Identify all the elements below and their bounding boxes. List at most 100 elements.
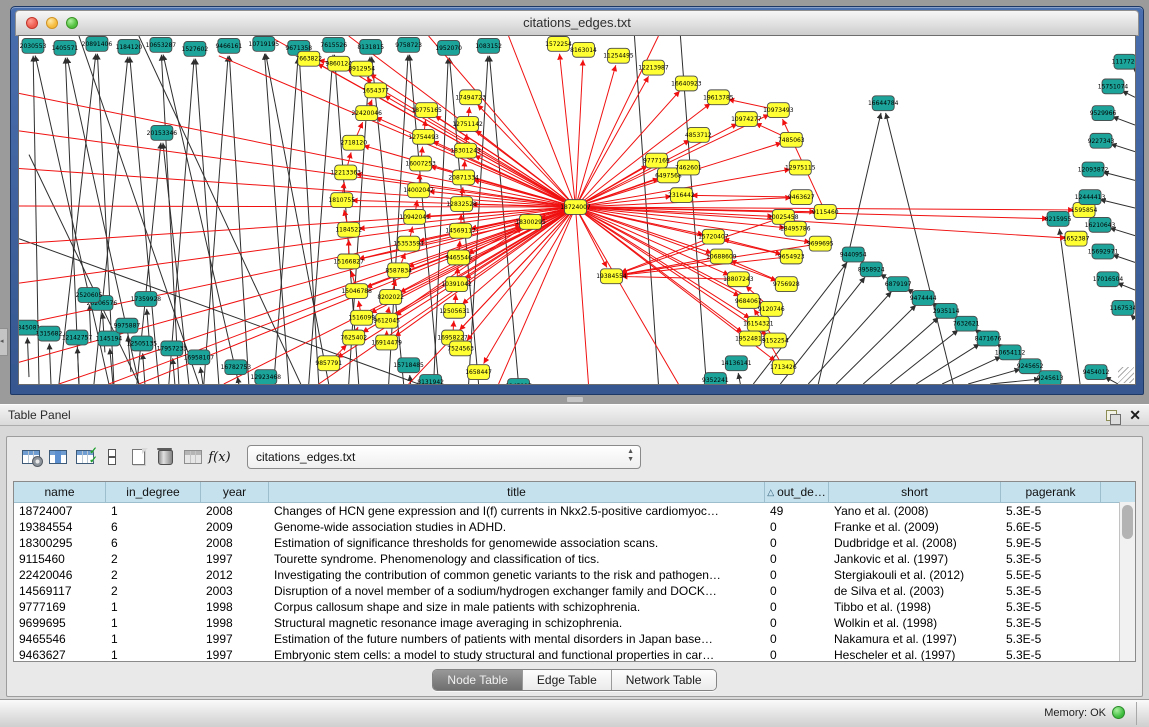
table-cell[interactable]: 5.6E-5 [1001, 519, 1101, 535]
table-cell[interactable]: 2 [106, 567, 201, 583]
column-header-year[interactable]: year [201, 482, 269, 502]
column-header-out_de[interactable]: △out_de… [765, 482, 829, 502]
table-cell[interactable]: 5.3E-5 [1001, 551, 1101, 567]
collapsed-panel-handle[interactable]: ◂ [0, 328, 8, 356]
table-cell[interactable]: 1 [106, 631, 201, 647]
table-row[interactable]: 1872400712008Changes of HCN gene express… [14, 503, 1135, 519]
table-cell[interactable]: Corpus callosum shape and size in male p… [269, 599, 765, 615]
table-cell[interactable]: 0 [765, 535, 829, 551]
table-cell[interactable]: Tibbo et al. (1998) [829, 599, 1001, 615]
table-cell[interactable]: 0 [765, 631, 829, 647]
new-table-button[interactable] [125, 445, 152, 470]
network-canvas[interactable]: 2030553140557120891406118412010653287152… [18, 35, 1136, 385]
table-cell[interactable]: 49 [765, 503, 829, 519]
table-cell[interactable]: 2 [106, 551, 201, 567]
table-cell[interactable]: Franke et al. (2009) [829, 519, 1001, 535]
column-header-pagerank[interactable]: pagerank [1001, 482, 1101, 502]
close-panel-icon[interactable]: ✕ [1129, 408, 1141, 422]
table-cell[interactable]: 6 [106, 535, 201, 551]
table-cell[interactable]: 0 [765, 583, 829, 599]
table-cell[interactable]: Changes of HCN gene expression and I(f) … [269, 503, 765, 519]
table-cell[interactable]: Wolkin et al. (1998) [829, 615, 1001, 631]
table-row[interactable]: 969969511998Structural magnetic resonanc… [14, 615, 1135, 631]
table-row[interactable]: 2242004622012Investigating the contribut… [14, 567, 1135, 583]
table-cell[interactable]: 5.3E-5 [1001, 583, 1101, 599]
table-cell[interactable]: 1998 [201, 599, 269, 615]
tab-edge-table[interactable]: Edge Table [522, 670, 611, 690]
table-row[interactable]: 977716911998Corpus callosum shape and si… [14, 599, 1135, 615]
table-cell[interactable]: 9777169 [14, 599, 106, 615]
table-cell[interactable]: 0 [765, 647, 829, 662]
float-panel-icon[interactable] [1106, 410, 1117, 421]
table-cell[interactable]: 0 [765, 615, 829, 631]
table-cell[interactable]: 9463627 [14, 647, 106, 662]
table-cell[interactable]: 18300295 [14, 535, 106, 551]
table-cell[interactable]: 1 [106, 647, 201, 662]
table-cell[interactable]: Stergiakouli et al. (2012) [829, 567, 1001, 583]
table-cell[interactable]: 0 [765, 599, 829, 615]
table-cell[interactable]: 0 [765, 519, 829, 535]
tab-network-table[interactable]: Network Table [611, 670, 716, 690]
table-row[interactable]: 1938455462009Genome-wide association stu… [14, 519, 1135, 535]
select-rows-button[interactable]: ✓✓ [71, 445, 98, 470]
table-row[interactable]: 1456911722003Disruption of a novel membe… [14, 583, 1135, 599]
table-cell[interactable]: Disruption of a novel member of a sodium… [269, 583, 765, 599]
table-cell[interactable]: 14569117 [14, 583, 106, 599]
table-cell[interactable]: Yano et al. (2008) [829, 503, 1001, 519]
table-cell[interactable]: 2009 [201, 519, 269, 535]
table-cell[interactable]: 9115460 [14, 551, 106, 567]
table-cell[interactable]: 5.3E-5 [1001, 631, 1101, 647]
table-cell[interactable]: Tourette syndrome. Phenomenology and cla… [269, 551, 765, 567]
table-cell[interactable]: 2003 [201, 583, 269, 599]
table-cell[interactable]: 5.5E-5 [1001, 567, 1101, 583]
table-cell[interactable]: Estimation of significance thresholds fo… [269, 535, 765, 551]
network-svg[interactable]: 2030553140557120891406118412010653287152… [19, 36, 1135, 384]
tab-node-table[interactable]: Node Table [433, 670, 522, 690]
table-cell[interactable]: 18724007 [14, 503, 106, 519]
scrollbar-thumb[interactable] [1122, 505, 1133, 539]
select-columns-button[interactable] [44, 445, 71, 470]
table-cell[interactable]: 1 [106, 599, 201, 615]
table-cell[interactable]: 2 [106, 583, 201, 599]
memory-ok-icon[interactable] [1112, 706, 1125, 719]
table-cell[interactable]: Nakamura et al. (1997) [829, 631, 1001, 647]
table-cell[interactable]: Investigating the contribution of common… [269, 567, 765, 583]
table-cell[interactable]: 1997 [201, 551, 269, 567]
table-settings-button[interactable] [17, 445, 44, 470]
panel-divider-handle[interactable] [566, 396, 584, 403]
table-cell[interactable]: 9465546 [14, 631, 106, 647]
table-cell[interactable]: Embryonic stem cells: a model to study s… [269, 647, 765, 662]
table-cell[interactable]: 22420046 [14, 567, 106, 583]
table-cell[interactable]: Structural magnetic resonance image aver… [269, 615, 765, 631]
function-builder-button[interactable]: f(x) [206, 445, 233, 470]
table-cell[interactable]: 0 [765, 567, 829, 583]
table-cell[interactable]: 1998 [201, 615, 269, 631]
canvas-resize-grip[interactable] [1118, 367, 1134, 383]
table-row[interactable]: 946362711997Embryonic stem cells: a mode… [14, 647, 1135, 662]
table-cell[interactable]: 1 [106, 503, 201, 519]
column-header-title[interactable]: title [269, 482, 765, 502]
table-cell[interactable]: 5.3E-5 [1001, 599, 1101, 615]
table-cell[interactable]: 2008 [201, 503, 269, 519]
table-cell[interactable]: 6 [106, 519, 201, 535]
column-header-in_degree[interactable]: in_degree [106, 482, 201, 502]
table-cell[interactable]: 1 [106, 615, 201, 631]
table-cell[interactable]: Hescheler et al. (1997) [829, 647, 1001, 662]
table-cell[interactable]: Genome-wide association studies in ADHD. [269, 519, 765, 535]
window-titlebar[interactable]: citations_edges.txt [15, 10, 1139, 36]
table-selector-dropdown[interactable]: citations_edges.txt ▲▼ [247, 445, 641, 469]
table-row[interactable]: 1830029562008Estimation of significance … [14, 535, 1135, 551]
table-cell[interactable]: 5.9E-5 [1001, 535, 1101, 551]
table-cell[interactable]: 5.3E-5 [1001, 647, 1101, 662]
table-cell[interactable]: 2008 [201, 535, 269, 551]
table-cell[interactable]: 0 [765, 551, 829, 567]
delete-entry-button[interactable] [152, 445, 179, 470]
table-scrollbar[interactable] [1119, 502, 1135, 661]
column-header-name[interactable]: name [14, 482, 106, 502]
table-cell[interactable]: 1997 [201, 631, 269, 647]
table-cell[interactable]: Jankovic et al. (1997) [829, 551, 1001, 567]
table-cell[interactable]: Dudbridge et al. (2008) [829, 535, 1001, 551]
table-cell[interactable]: 9699695 [14, 615, 106, 631]
table-cell[interactable]: de Silva et al. (2003) [829, 583, 1001, 599]
table-row[interactable]: 946554611997Estimation of the future num… [14, 631, 1135, 647]
